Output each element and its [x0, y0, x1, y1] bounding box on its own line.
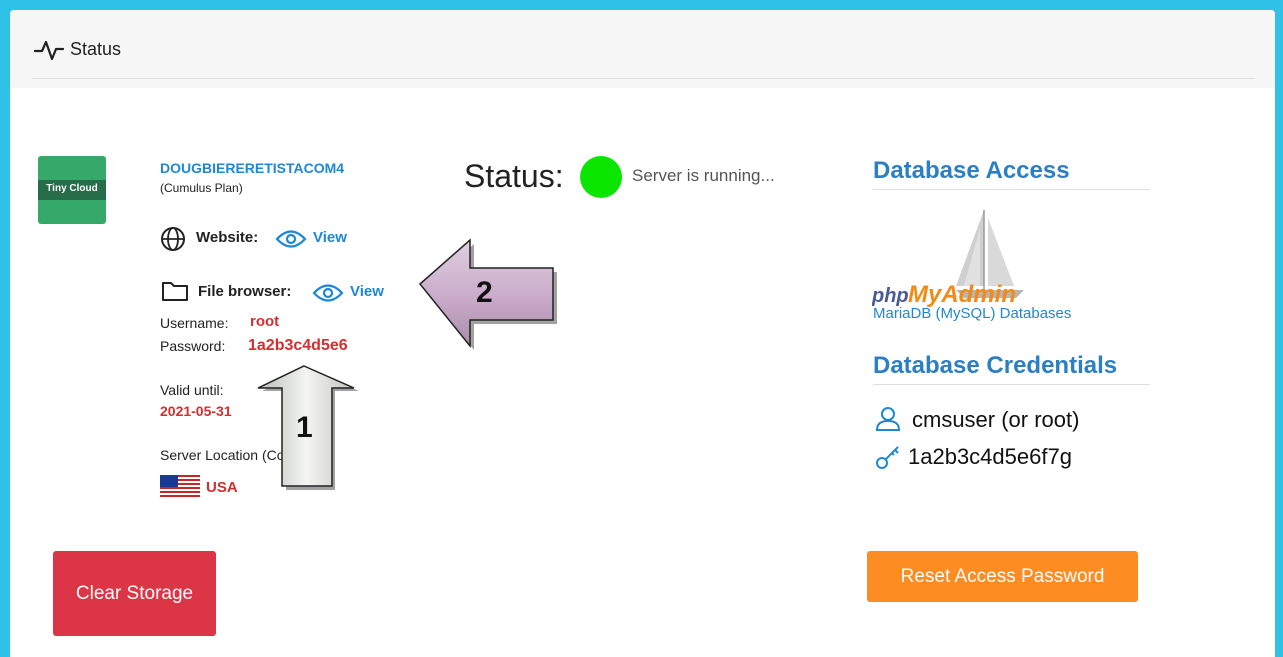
account-plan: (Cumulus Plan)	[160, 181, 243, 195]
password-label: Password:	[160, 338, 226, 354]
key-icon	[876, 446, 899, 469]
eye-icon[interactable]	[275, 228, 307, 250]
pma-caption[interactable]: MariaDB (MySQL) Databases	[873, 305, 1071, 322]
status-message: Server is running...	[632, 166, 775, 185]
account-name[interactable]: DOUGBIERERETISTACOM4	[160, 160, 344, 176]
database-credentials-title: Database Credentials	[873, 352, 1118, 379]
tiny-cloud-logo: Tiny Cloud	[38, 156, 106, 224]
pulse-icon	[34, 40, 64, 61]
clear-storage-button[interactable]: Clear Storage	[53, 551, 216, 636]
website-label: Website:	[196, 229, 259, 246]
password-value: 1a2b3c4d5e6	[248, 337, 348, 354]
country-value: USA	[206, 479, 238, 496]
eye-icon[interactable]	[312, 282, 344, 304]
db-user-value: cmsuser (or root)	[912, 407, 1080, 432]
folder-icon	[162, 282, 188, 301]
usa-flag-icon	[160, 475, 200, 499]
website-view-link[interactable]: View	[313, 229, 347, 246]
file-browser-view-link[interactable]: View	[350, 283, 384, 300]
globe-icon	[161, 227, 185, 251]
logo-text: Tiny Cloud	[46, 183, 98, 194]
pma-brand-myadmin: MyAdmin	[908, 281, 1016, 308]
status-indicator	[580, 156, 622, 198]
status-label: Status:	[464, 158, 564, 194]
status-card: Status Tiny Cloud DOUGBIERERETISTACOM4 (…	[10, 10, 1275, 657]
server-location-label: Server Location (Country):	[160, 447, 325, 463]
section-divider	[873, 189, 1150, 190]
database-access-title: Database Access	[873, 157, 1070, 184]
reset-access-password-button[interactable]: Reset Access Password	[867, 551, 1138, 602]
valid-until-label: Valid until:	[160, 382, 224, 398]
card-title: Status	[70, 39, 122, 59]
pma-brand-php: php	[872, 285, 909, 307]
valid-until-date: 2021-05-31	[160, 403, 232, 419]
file-browser-label: File browser:	[198, 283, 292, 300]
phpmyadmin-logo[interactable]: php MyAdmin	[872, 210, 1047, 308]
username-value: root	[250, 313, 280, 330]
header-divider	[32, 78, 1255, 79]
section-divider	[873, 384, 1150, 385]
user-icon	[875, 407, 901, 431]
card-header: Status	[10, 10, 1275, 88]
db-password-value: 1a2b3c4d5e6f7g	[908, 444, 1072, 469]
username-label: Username:	[160, 315, 229, 331]
